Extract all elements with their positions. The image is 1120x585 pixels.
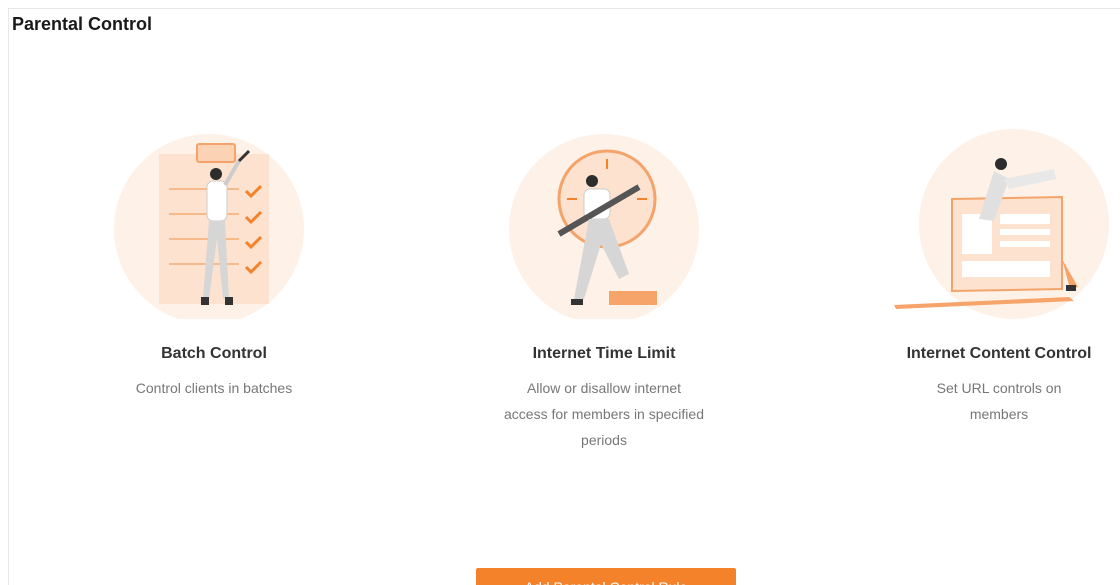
feature-description: Set URL controls on members [936,380,1062,422]
feature-card-internet-time-limit: Internet Time Limit Allow or disallow in… [489,129,719,453]
feature-title: Internet Time Limit [532,345,676,362]
feature-title: Internet Content Control [906,345,1092,362]
internet-content-control-illustration [894,129,1109,319]
add-parental-control-rule-button[interactable]: Add Parental Control Rule [476,568,736,585]
parental-control-panel: Parental Control Batch Control Control c… [8,8,1120,585]
feature-title: Batch Control [161,345,267,362]
feature-description: Control clients in batches [135,380,293,396]
batch-control-illustration [114,134,304,319]
page-title: Parental Control [12,14,153,34]
feature-card-batch-control: Batch Control Control clients in batches [99,129,329,401]
feature-card-internet-content-control: Internet Content Control Set URL control… [884,129,1114,427]
feature-description: Allow or disallow internet access for me… [504,380,704,448]
internet-time-limit-illustration [509,134,699,319]
